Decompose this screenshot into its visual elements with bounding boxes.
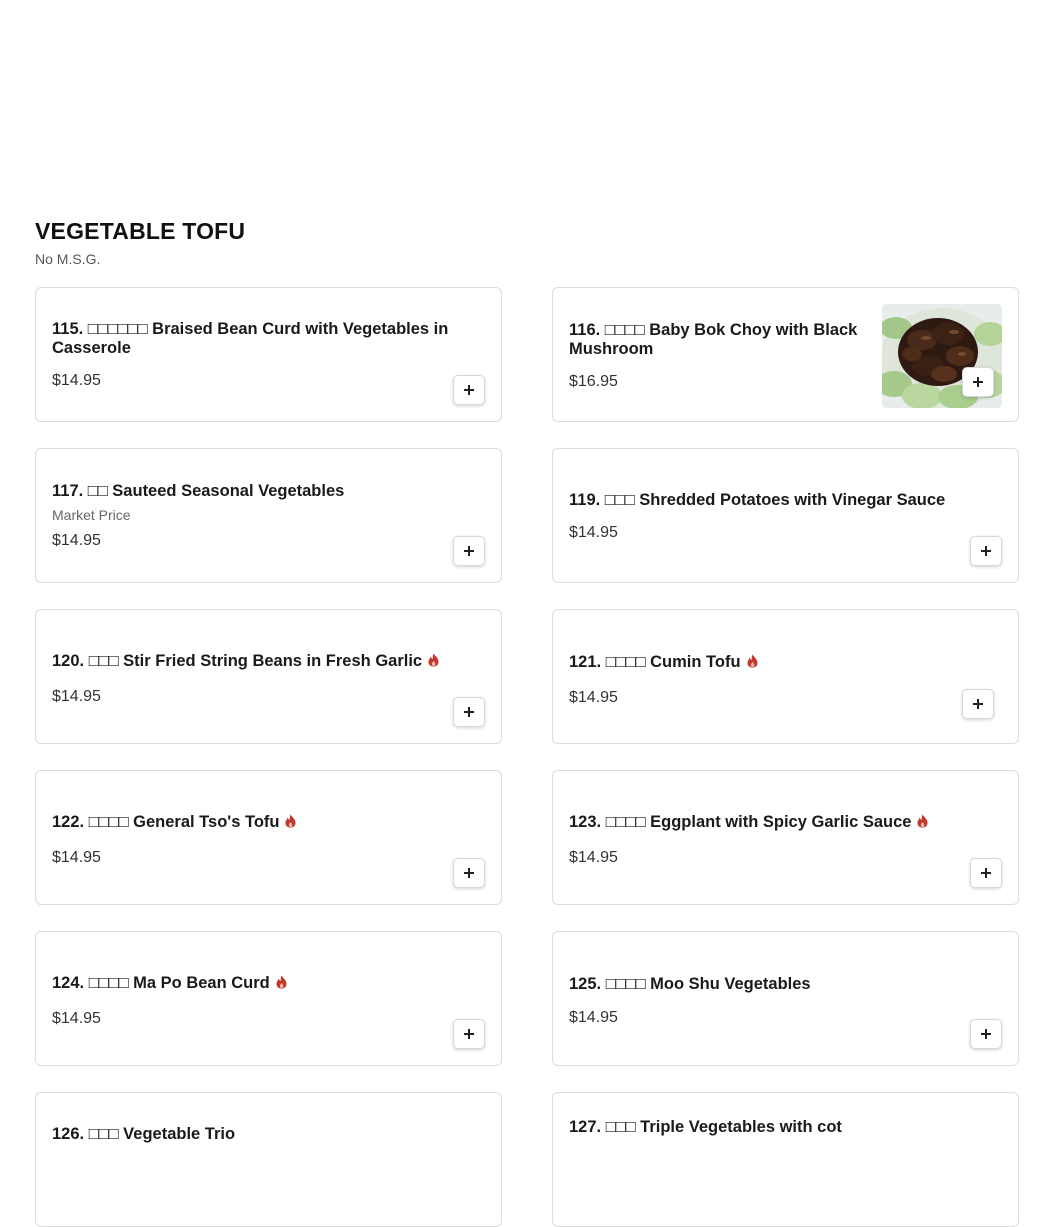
item-price: $14.95 bbox=[52, 849, 101, 866]
add-to-cart-button[interactable] bbox=[962, 367, 994, 397]
item-name: 119. □□□ Shredded Potatoes with Vinegar … bbox=[569, 491, 946, 509]
spicy-icon bbox=[747, 654, 758, 668]
item-name: 121. □□□□ Cumin Tofu bbox=[569, 653, 741, 671]
item-price: $14.95 bbox=[569, 1009, 618, 1026]
item-name: 115. □□□□□□ Braised Bean Curd with Veget… bbox=[52, 320, 449, 357]
spicy-icon bbox=[428, 653, 439, 667]
spicy-icon bbox=[917, 814, 928, 828]
item-price: $14.95 bbox=[52, 688, 101, 705]
plus-icon bbox=[464, 546, 474, 556]
plus-icon bbox=[973, 377, 983, 387]
item-price: $14.95 bbox=[569, 524, 618, 541]
item-name-row: 120. □□□ Stir Fried String Beans in Fres… bbox=[52, 652, 485, 671]
item-name: 127. □□□ Triple Vegetables with cot bbox=[569, 1118, 842, 1136]
item-name: 120. □□□ Stir Fried String Beans in Fres… bbox=[52, 652, 423, 670]
menu-item-card[interactable]: 122. □□□□ General Tso's Tofu $14.95 bbox=[35, 770, 502, 905]
item-price: $16.95 bbox=[569, 373, 618, 390]
add-to-cart-button[interactable] bbox=[453, 1019, 485, 1049]
menu-item-card[interactable]: 120. □□□ Stir Fried String Beans in Fres… bbox=[35, 609, 502, 744]
menu-item-card[interactable]: 124. □□□□ Ma Po Bean Curd $14.95 bbox=[35, 931, 502, 1066]
item-name: 124. □□□□ Ma Po Bean Curd bbox=[52, 974, 270, 992]
item-name: 117. □□ Sauteed Seasonal Vegetables bbox=[52, 482, 345, 500]
menu-item-card[interactable]: 126. □□□ Vegetable Trio bbox=[35, 1092, 502, 1227]
add-to-cart-button[interactable] bbox=[453, 858, 485, 888]
item-price: $14.95 bbox=[569, 689, 618, 706]
item-name: 116. □□□□ Baby Bok Choy with Black Mushr… bbox=[569, 321, 858, 358]
menu-item-card[interactable]: 115. □□□□□□ Braised Bean Curd with Veget… bbox=[35, 287, 502, 422]
plus-icon bbox=[464, 868, 474, 878]
item-name: 126. □□□ Vegetable Trio bbox=[52, 1125, 236, 1143]
item-price: $14.95 bbox=[52, 372, 101, 389]
menu-item-card[interactable]: 121. □□□□ Cumin Tofu $14.95 bbox=[552, 609, 1019, 744]
menu-item-card[interactable]: 123. □□□□ Eggplant with Spicy Garlic Sau… bbox=[552, 770, 1019, 905]
add-to-cart-button[interactable] bbox=[962, 689, 994, 719]
add-to-cart-button[interactable] bbox=[453, 375, 485, 405]
item-name-row: 121. □□□□ Cumin Tofu bbox=[569, 653, 1002, 672]
bok-choy-dish-photo[interactable] bbox=[882, 304, 1002, 408]
plus-icon bbox=[464, 1029, 474, 1039]
add-to-cart-button[interactable] bbox=[970, 1019, 1002, 1049]
item-name-row: 124. □□□□ Ma Po Bean Curd bbox=[52, 974, 485, 993]
item-name-row: 122. □□□□ General Tso's Tofu bbox=[52, 813, 485, 832]
section-header: VEGETABLE TOFU No M.S.G. bbox=[35, 216, 245, 268]
section-subtitle: No M.S.G. bbox=[35, 251, 101, 267]
item-name: 122. □□□□ General Tso's Tofu bbox=[52, 813, 280, 831]
menu-item-card[interactable]: 116. □□□□ Baby Bok Choy with Black Mushr… bbox=[552, 287, 1019, 422]
item-name: 125. □□□□ Moo Shu Vegetables bbox=[569, 975, 811, 993]
spicy-icon bbox=[276, 975, 287, 989]
add-to-cart-button[interactable] bbox=[970, 536, 1002, 566]
item-name: 123. □□□□ Eggplant with Spicy Garlic Sau… bbox=[569, 813, 912, 831]
section-title: VEGETABLE TOFU bbox=[35, 218, 246, 244]
plus-icon bbox=[464, 707, 474, 717]
plus-icon bbox=[464, 385, 474, 395]
menu-item-card[interactable]: 125. □□□□ Moo Shu Vegetables $14.95 bbox=[552, 931, 1019, 1066]
add-to-cart-button[interactable] bbox=[970, 858, 1002, 888]
plus-icon bbox=[981, 1029, 991, 1039]
item-name-row: 123. □□□□ Eggplant with Spicy Garlic Sau… bbox=[569, 813, 1002, 832]
plus-icon bbox=[973, 699, 983, 709]
item-price: $14.95 bbox=[569, 849, 618, 866]
item-price: $14.95 bbox=[52, 1010, 101, 1027]
menu-item-card[interactable]: 127. □□□ Triple Vegetables with cot bbox=[552, 1092, 1019, 1227]
plus-icon bbox=[981, 546, 991, 556]
add-to-cart-button[interactable] bbox=[453, 536, 485, 566]
menu-item-card[interactable]: 117. □□ Sauteed Seasonal Vegetables Mark… bbox=[35, 448, 502, 583]
item-price: $14.95 bbox=[52, 532, 101, 549]
menu-item-card[interactable]: 119. □□□ Shredded Potatoes with Vinegar … bbox=[552, 448, 1019, 583]
plus-icon bbox=[981, 868, 991, 878]
add-to-cart-button[interactable] bbox=[453, 697, 485, 727]
item-note: Market Price bbox=[52, 507, 131, 523]
spicy-icon bbox=[285, 814, 296, 828]
